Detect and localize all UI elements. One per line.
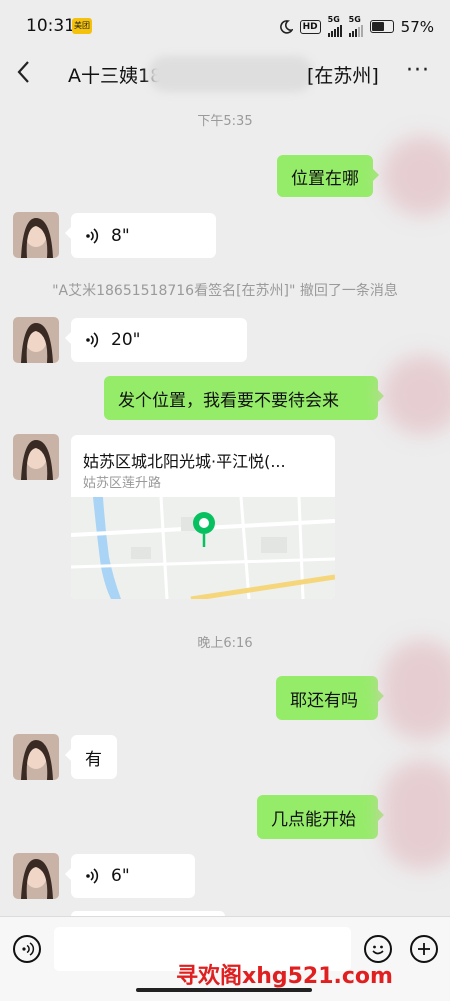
hd-icon: HD — [299, 19, 321, 34]
message-text: 发个位置，我看要不要待会来 — [118, 390, 339, 411]
status-bar: 10:31 美团 HD 5G 5G 57% — [0, 0, 450, 52]
voice-message-incoming[interactable]: 8" — [65, 213, 216, 258]
status-time: 10:31 — [26, 16, 75, 36]
avatar[interactable] — [13, 734, 59, 780]
message-text: 位置在哪 — [291, 168, 359, 189]
voice-message-incoming[interactable]: 20" — [65, 318, 247, 362]
avatar[interactable] — [13, 434, 59, 480]
voice-duration: 6" — [111, 866, 130, 886]
back-icon[interactable] — [16, 60, 38, 86]
message-text: 耶还有吗 — [290, 690, 358, 711]
message-text: 有 — [85, 749, 102, 770]
avatar[interactable] — [13, 212, 59, 258]
blurred-avatar — [382, 640, 450, 740]
signal-icon: 5G — [327, 16, 342, 37]
message-bubble-outgoing[interactable]: 位置在哪 — [277, 155, 379, 197]
voice-icon — [86, 332, 99, 348]
signal-icon: 5G — [348, 16, 363, 37]
blurred-avatar — [382, 355, 450, 435]
avatar[interactable] — [13, 853, 59, 899]
message-bubble-outgoing[interactable]: 几点能开始 — [257, 795, 384, 839]
voice-icon — [86, 868, 99, 884]
voice-duration: 20" — [111, 330, 141, 350]
blurred-avatar — [382, 136, 450, 216]
watermark: 寻欢阁xhg521.com — [176, 964, 393, 989]
chat-header: A十三姨18 [在苏州] ··· — [0, 52, 450, 96]
home-indicator[interactable] — [136, 988, 312, 992]
message-bubble-outgoing[interactable]: 发个位置，我看要不要待会来 — [104, 376, 384, 420]
voice-duration: 8" — [111, 225, 130, 246]
status-icons: HD 5G 5G 57% — [279, 16, 434, 37]
message-bubble-incoming[interactable]: 有 — [65, 735, 117, 779]
location-address: 姑苏区莲升路 — [83, 476, 162, 491]
blurred-avatar — [382, 760, 450, 870]
moon-icon — [279, 19, 293, 34]
voice-icon — [86, 227, 99, 244]
timestamp: 晚上6:16 — [197, 636, 253, 651]
location-title: 姑苏区城北阳光城·平江悦(... — [83, 452, 286, 471]
message-text: 几点能开始 — [271, 809, 356, 830]
avatar[interactable] — [13, 317, 59, 363]
battery-percent: 57% — [400, 17, 434, 36]
plus-icon[interactable] — [410, 935, 438, 963]
redaction-blur — [148, 56, 314, 92]
location-map — [71, 497, 335, 599]
voice-message-incoming[interactable]: 6" — [65, 854, 195, 898]
voice-input-icon[interactable] — [13, 935, 41, 963]
location-message[interactable]: 姑苏区城北阳光城·平江悦(... 姑苏区莲升路 — [71, 435, 335, 599]
recall-notice: "A艾米18651518716看签名[在苏州]" 撤回了一条消息 — [52, 283, 398, 299]
message-bubble-outgoing[interactable]: 耶还有吗 — [276, 676, 384, 720]
chat-title-suffix: [在苏州] — [307, 65, 379, 87]
more-icon[interactable]: ··· — [406, 58, 430, 83]
meituan-notification-icon: 美团 — [72, 18, 92, 34]
battery-icon — [369, 20, 394, 33]
timestamp: 下午5:35 — [197, 114, 253, 129]
